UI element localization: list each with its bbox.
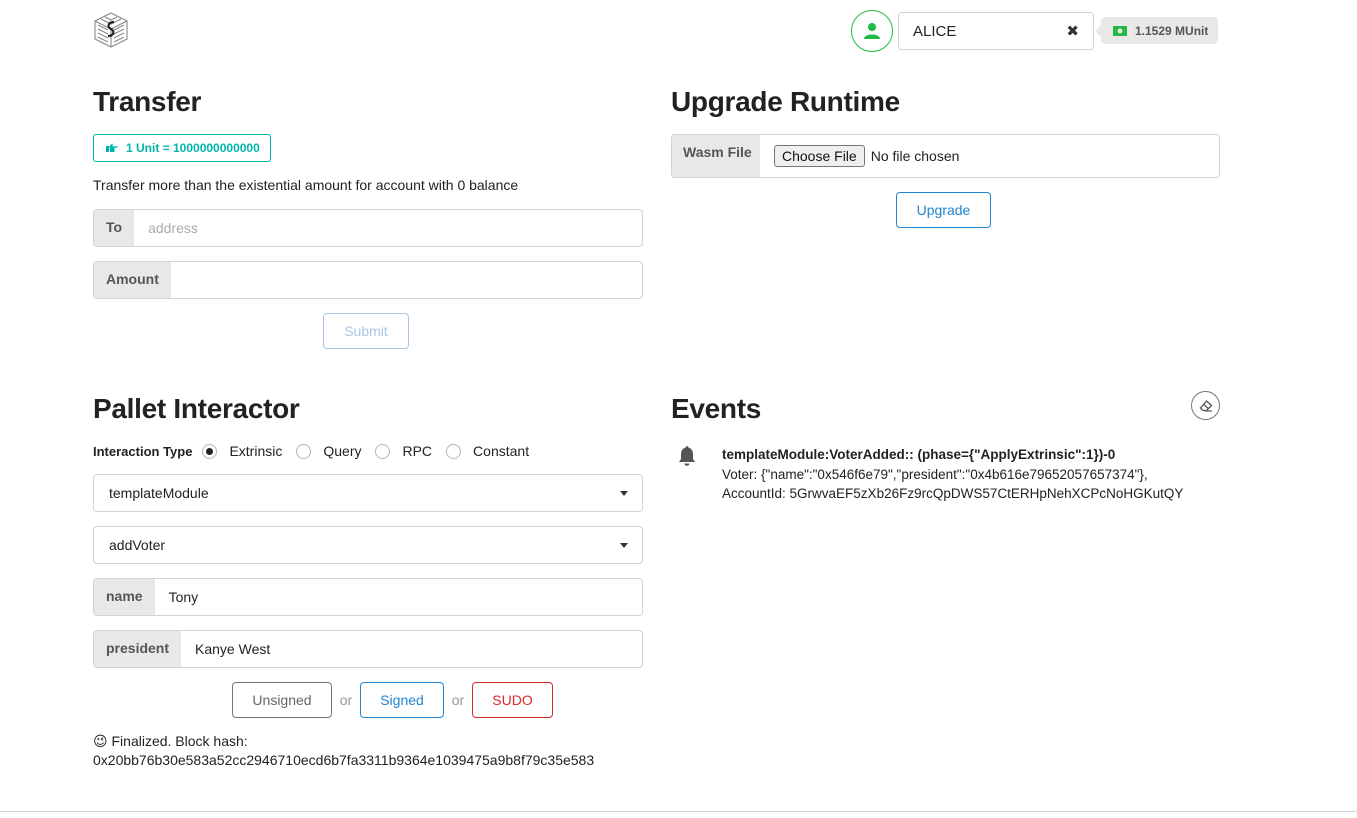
choose-file-button[interactable]: Choose File bbox=[774, 145, 865, 167]
balance-value: 1.1529 MUnit bbox=[1135, 23, 1209, 38]
clear-account-icon[interactable]: ✖ bbox=[1066, 22, 1079, 40]
param-president-field[interactable]: president Kanye West bbox=[93, 630, 643, 668]
to-address-input[interactable]: address bbox=[134, 210, 642, 246]
tx-button-group: Unsigned or Signed or SUDO bbox=[232, 682, 553, 718]
sudo-button[interactable]: SUDO bbox=[472, 682, 553, 718]
radio-unchecked-icon bbox=[296, 443, 312, 459]
to-address-field[interactable]: To address bbox=[93, 209, 643, 247]
event-detail: Voter: {"name":"0x546f6e79","president":… bbox=[722, 466, 1148, 482]
radio-unchecked-icon bbox=[375, 443, 391, 459]
clear-events-button[interactable] bbox=[1191, 391, 1220, 420]
amount-label: Amount bbox=[94, 262, 171, 298]
eraser-icon bbox=[1199, 399, 1212, 412]
radio-label: Extrinsic bbox=[229, 443, 283, 459]
hand-point-right-icon bbox=[106, 143, 118, 152]
status-emoji: 😉 bbox=[93, 733, 108, 749]
account-selector[interactable]: ALICE ✖ bbox=[898, 12, 1094, 50]
param-president-label: president bbox=[94, 631, 182, 667]
param-name-input[interactable]: Tony bbox=[155, 579, 642, 615]
block-hash: 0x20bb76b30e583a52cc2946710ecd6b7fa3311b… bbox=[93, 752, 595, 768]
interaction-type-label: Interaction Type bbox=[93, 443, 193, 459]
callable-dropdown-value: addVoter bbox=[109, 537, 166, 553]
transfer-hint: Transfer more than the existential amoun… bbox=[93, 177, 519, 193]
unit-label: 1 Unit = 1000000000000 bbox=[93, 134, 271, 162]
radio-unchecked-icon bbox=[446, 443, 462, 459]
money-bill-icon bbox=[1113, 25, 1127, 36]
wasm-file-label: Wasm File bbox=[672, 135, 760, 177]
unit-label-text: 1 Unit = 1000000000000 bbox=[126, 141, 260, 155]
or-divider: or bbox=[451, 692, 465, 708]
events-title: Events bbox=[671, 393, 762, 424]
bell-icon bbox=[679, 446, 695, 466]
param-name-label: name bbox=[94, 579, 155, 615]
footer-divider bbox=[0, 811, 1357, 812]
pallet-dropdown-value: templateModule bbox=[109, 485, 209, 501]
radio-rpc[interactable]: RPC bbox=[375, 443, 432, 459]
account-name: ALICE bbox=[913, 22, 957, 40]
amount-field[interactable]: Amount bbox=[93, 261, 643, 299]
no-file-chosen-text: No file chosen bbox=[870, 148, 960, 164]
tx-status: 😉 Finalized. Block hash: 0x20bb76b30e583… bbox=[93, 732, 594, 770]
dropdown-caret-icon bbox=[620, 490, 628, 496]
event-detail: AccountId: 5GrwvaEF5zXb26Fz9rcQpDWS57CtE… bbox=[722, 486, 1184, 501]
param-name-field[interactable]: name Tony bbox=[93, 578, 643, 616]
event-title: templateModule:VoterAdded:: (phase={"App… bbox=[722, 447, 1116, 462]
radio-checked-icon bbox=[202, 443, 218, 459]
upgrade-runtime-title: Upgrade Runtime bbox=[671, 86, 900, 117]
event-item: templateModule:VoterAdded:: (phase={"App… bbox=[677, 445, 1183, 504]
dropdown-caret-icon bbox=[620, 542, 628, 548]
interaction-type-group: Interaction Type Extrinsic Query RPC Con… bbox=[93, 441, 543, 461]
substrate-logo-icon bbox=[92, 11, 130, 49]
radio-label: Constant bbox=[473, 443, 530, 459]
radio-query[interactable]: Query bbox=[296, 443, 361, 459]
status-text: Finalized. Block hash: bbox=[111, 733, 248, 749]
unsigned-button[interactable]: Unsigned bbox=[232, 682, 332, 718]
balance-label: 1.1529 MUnit bbox=[1094, 17, 1219, 44]
radio-label: RPC bbox=[402, 443, 433, 459]
pallet-interactor-title: Pallet Interactor bbox=[93, 393, 300, 424]
transfer-title: Transfer bbox=[93, 86, 202, 117]
submit-button[interactable]: Submit bbox=[323, 313, 409, 349]
wasm-file-field: Wasm File Choose File No file chosen bbox=[671, 134, 1220, 178]
to-label: To bbox=[94, 210, 135, 246]
user-icon bbox=[864, 23, 880, 39]
upgrade-button[interactable]: Upgrade bbox=[896, 192, 991, 228]
account-avatar-button[interactable] bbox=[851, 10, 893, 52]
callable-dropdown[interactable]: addVoter bbox=[93, 526, 643, 564]
or-divider: or bbox=[339, 692, 353, 708]
pallet-dropdown[interactable]: templateModule bbox=[93, 474, 643, 512]
amount-input[interactable] bbox=[171, 262, 642, 298]
param-president-input[interactable]: Kanye West bbox=[181, 631, 642, 667]
signed-button[interactable]: Signed bbox=[360, 682, 444, 718]
radio-constant[interactable]: Constant bbox=[446, 443, 529, 459]
radio-extrinsic[interactable]: Extrinsic bbox=[202, 443, 282, 459]
radio-label: Query bbox=[323, 443, 362, 459]
